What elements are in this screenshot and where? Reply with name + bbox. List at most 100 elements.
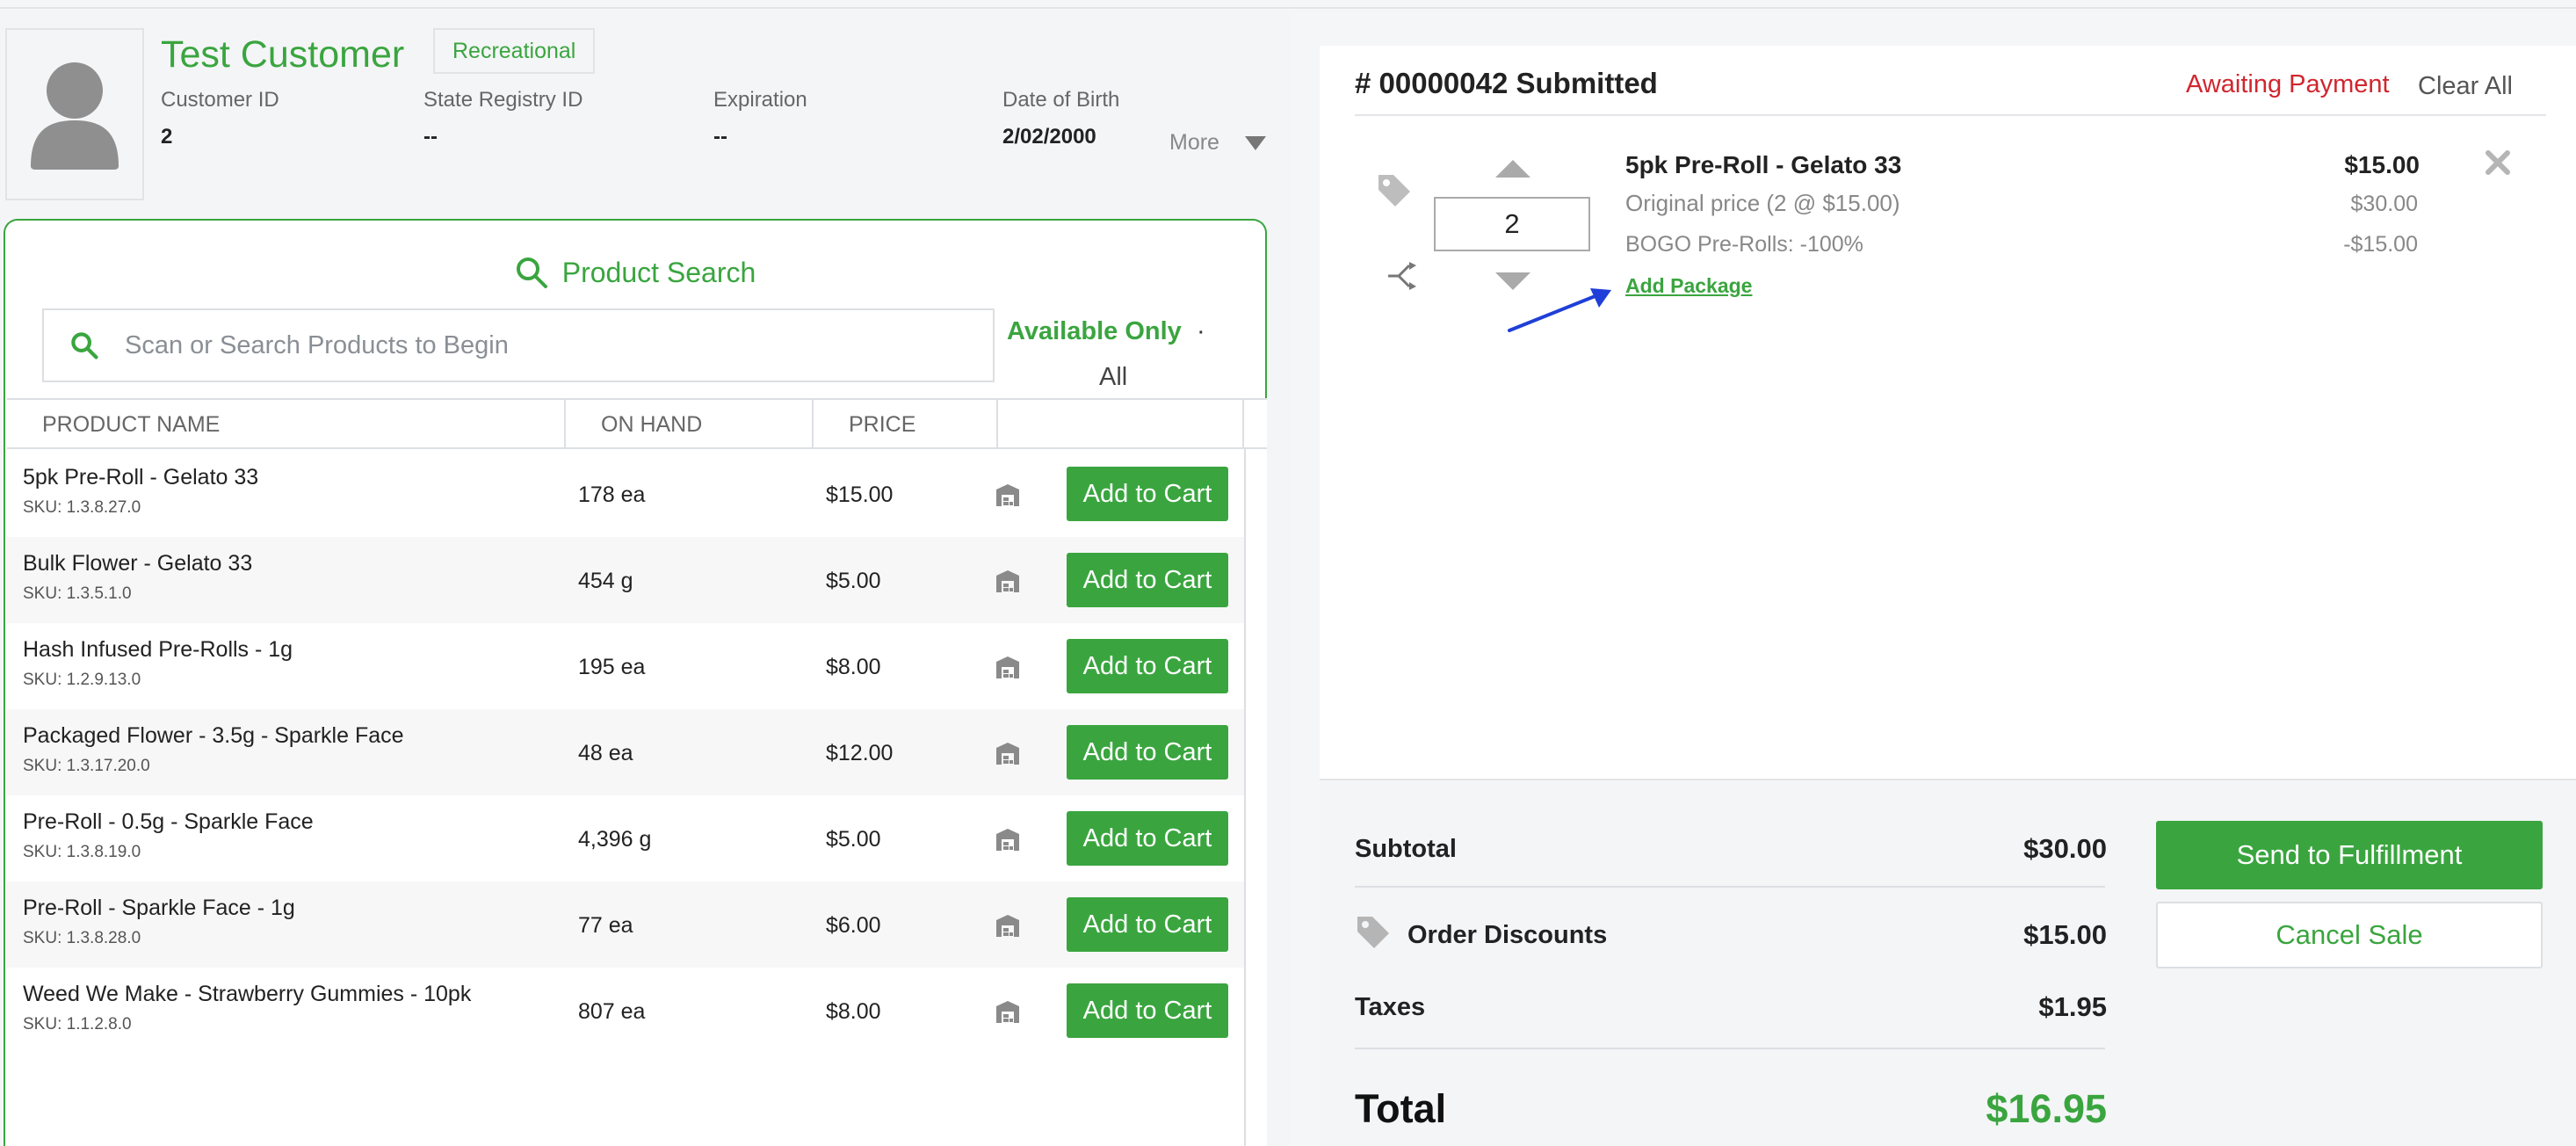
add-to-cart-button[interactable]: Add to Cart [1067, 639, 1228, 693]
total-label: Total [1355, 1086, 1447, 1131]
inventory-button[interactable] [995, 741, 1021, 770]
total-value: $16.95 [1986, 1086, 2107, 1131]
table-row: Pre-Roll - 0.5g - Sparkle Face SKU: 1.3.8… [7, 795, 1244, 881]
customer-id-field: Customer ID 2 [161, 88, 279, 149]
cart-item-original-total: $30.00 [2350, 192, 2418, 216]
send-to-fulfillment-button[interactable]: Send to Fulfillment [2156, 821, 2543, 889]
field-label: Date of Birth [1002, 88, 1120, 112]
product-price: $8.00 [826, 655, 881, 679]
product-price: $15.00 [826, 482, 894, 507]
table-header: PRODUCT NAME ON HAND PRICE [7, 398, 1267, 449]
add-to-cart-button[interactable]: Add to Cart [1067, 897, 1228, 952]
field-label: Expiration [713, 88, 807, 112]
inventory-icon [996, 484, 1019, 506]
product-price: $5.00 [826, 569, 881, 593]
column-header-product-name[interactable]: PRODUCT NAME [7, 400, 566, 449]
product-search-input[interactable] [125, 330, 915, 360]
field-value: -- [713, 125, 727, 149]
product-name: Hash Infused Pre-Rolls - 1g [23, 637, 293, 662]
inventory-button[interactable] [995, 827, 1021, 856]
inventory-icon [996, 743, 1019, 765]
inventory-icon [996, 915, 1019, 937]
table-scrollbar[interactable] [1244, 449, 1267, 1146]
add-to-cart-button[interactable]: Add to Cart [1067, 553, 1228, 607]
order-discounts-label: Order Discounts [1407, 921, 1608, 949]
product-on-hand: 195 ea [578, 655, 646, 679]
product-sku: SKU: 1.3.8.28.0 [23, 929, 141, 947]
filter-available-only[interactable]: Available Only [1007, 317, 1182, 346]
quantity-input[interactable]: 2 [1434, 197, 1590, 251]
field-value: 2/02/2000 [1002, 125, 1096, 149]
tag-icon [1357, 917, 1389, 948]
field-value: 2 [161, 125, 173, 149]
product-price: $8.00 [826, 999, 881, 1024]
totals-divider [1355, 1048, 2105, 1049]
user-silhouette-icon [31, 62, 119, 170]
add-to-cart-button[interactable]: Add to Cart [1067, 983, 1228, 1038]
product-name: Pre-Roll - Sparkle Face - 1g [23, 896, 295, 920]
add-to-cart-button[interactable]: Add to Cart [1067, 467, 1228, 521]
product-name: 5pk Pre-Roll - Gelato 33 [23, 465, 259, 490]
clear-all-button[interactable]: Clear All [2418, 72, 2513, 101]
inventory-button[interactable] [995, 913, 1021, 942]
more-label: More [1169, 130, 1219, 155]
subtotal-label: Subtotal [1355, 835, 1457, 863]
inventory-icon [996, 656, 1019, 678]
product-price: $6.00 [826, 913, 881, 938]
avatar [5, 28, 144, 200]
product-on-hand: 807 ea [578, 999, 646, 1024]
order-title: # 00000042 Submitted [1355, 67, 1658, 99]
inventory-button[interactable] [995, 999, 1021, 1028]
column-header-on-hand[interactable]: ON HAND [566, 400, 814, 449]
customer-name: Test Customer [161, 33, 405, 76]
split-icon[interactable] [1386, 262, 1418, 290]
product-sku: SKU: 1.1.2.8.0 [23, 1015, 132, 1034]
product-search-header: Product Search [5, 256, 1265, 289]
table-row: Pre-Roll - Sparkle Face - 1g SKU: 1.3.8.2… [7, 881, 1244, 968]
inventory-icon [996, 1001, 1019, 1023]
table-row: Hash Infused Pre-Rolls - 1g SKU: 1.2.9.13… [7, 623, 1244, 709]
product-on-hand: 4,396 g [578, 827, 652, 852]
product-price: $5.00 [826, 827, 881, 852]
add-to-cart-button[interactable]: Add to Cart [1067, 725, 1228, 780]
filter-separator: · [1197, 317, 1205, 345]
product-sku: SKU: 1.3.17.20.0 [23, 757, 150, 775]
add-package-link[interactable]: Add Package [1625, 274, 1752, 298]
cart-item-discount: BOGO Pre-Rolls: -100% [1625, 232, 1863, 257]
customer-panel: Test Customer Recreational Customer ID 2… [0, 11, 1290, 1146]
inventory-button[interactable] [995, 655, 1021, 684]
expiration-field: Expiration -- [713, 88, 807, 149]
cart-item-original-price: Original price (2 @ $15.00) [1625, 190, 1900, 216]
product-search-title: Product Search [561, 256, 756, 288]
cancel-sale-button[interactable]: Cancel Sale [2156, 902, 2543, 968]
search-box[interactable] [42, 308, 995, 382]
product-on-hand: 178 ea [578, 482, 646, 507]
order-totals: Subtotal $30.00 Order Discounts $15.00 T… [1320, 779, 2576, 1146]
subtotal-value: $30.00 [2023, 833, 2107, 864]
order-panel: # 00000042 Submitted Awaiting Payment Cl… [1320, 46, 2576, 1146]
remove-item-icon[interactable] [2485, 149, 2511, 176]
add-to-cart-button[interactable]: Add to Cart [1067, 811, 1228, 866]
header-divider [1355, 114, 2546, 116]
top-border [0, 0, 2576, 9]
annotation-arrow-icon [1508, 288, 1611, 332]
quantity-increment-icon[interactable] [1495, 160, 1530, 178]
inventory-button[interactable] [995, 569, 1021, 598]
inventory-button[interactable] [995, 482, 1021, 511]
filter-all[interactable]: All [1099, 363, 1127, 392]
inventory-icon [996, 570, 1019, 592]
field-value: -- [423, 125, 438, 149]
more-toggle[interactable]: More [1169, 130, 1267, 156]
product-on-hand: 48 ea [578, 741, 633, 765]
cart-item-price: $15.00 [2344, 151, 2420, 178]
product-sku: SKU: 1.3.8.27.0 [23, 498, 141, 517]
tag-icon[interactable] [1376, 172, 1413, 209]
taxes-label: Taxes [1355, 993, 1426, 1021]
column-header-price[interactable]: PRICE [814, 400, 998, 449]
product-sku: SKU: 1.3.8.19.0 [23, 843, 141, 861]
caret-down-icon [1244, 135, 1266, 150]
totals-divider [1355, 886, 2105, 888]
cart-item-discount-value: -$15.00 [2343, 232, 2418, 257]
product-price: $12.00 [826, 741, 894, 765]
product-search-card: Product Search Available Only · All PROD… [4, 219, 1267, 1146]
